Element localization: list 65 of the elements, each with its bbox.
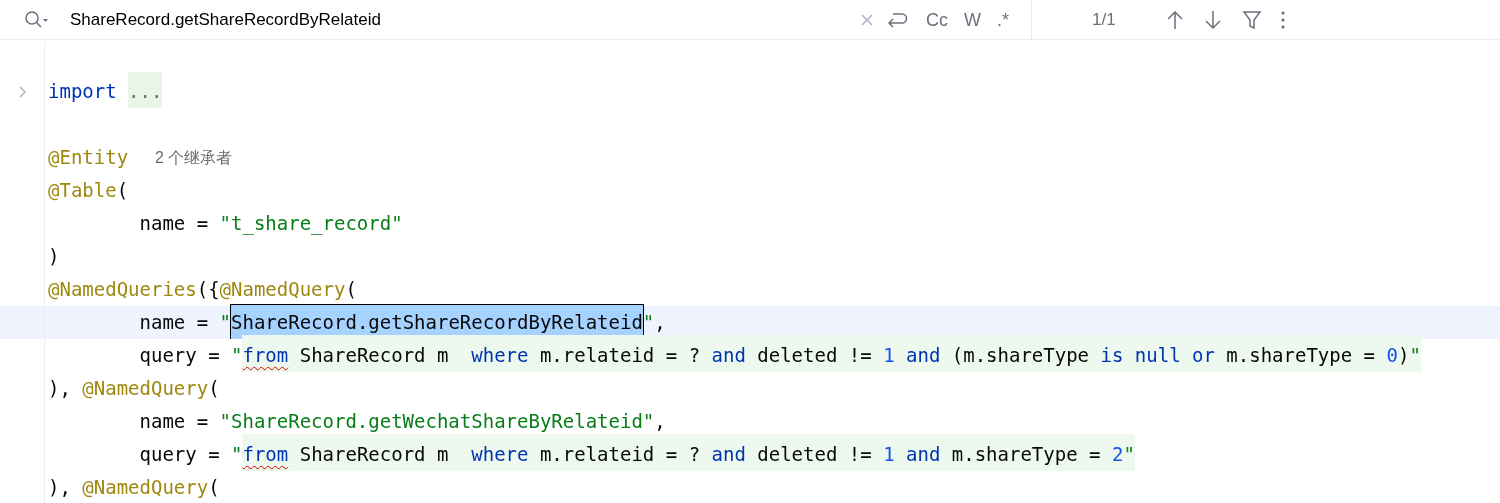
code-text: deleted !=: [756, 443, 873, 466]
code-text: m.relateid = ?: [538, 344, 702, 367]
code-text: (: [208, 475, 220, 501]
code-text: (m.shareType: [950, 344, 1091, 367]
code-keyword: and: [711, 443, 746, 466]
code-text: (: [208, 376, 220, 402]
code-text: ): [48, 244, 60, 270]
code-text: (: [116, 178, 129, 204]
code-text: m.relateid = ?: [538, 443, 702, 466]
code-annotation: @NamedQuery: [219, 277, 346, 303]
code-keyword: is null or: [1100, 344, 1215, 367]
code-keyword: and: [906, 443, 941, 466]
code-keyword: and: [711, 344, 746, 367]
search-option-toggle[interactable]: Cc: [922, 6, 952, 33]
search-option-toggle[interactable]: W: [960, 6, 985, 33]
code-string: ": [1409, 344, 1421, 367]
code-keyword: import: [48, 79, 118, 105]
match-count: 1/1: [1092, 8, 1116, 31]
code-annotation: @Entity: [48, 145, 130, 171]
folded-code[interactable]: ...: [128, 72, 163, 111]
code-text: ShareRecord m: [298, 443, 450, 466]
code-text: (: [345, 277, 357, 303]
inlay-hint[interactable]: 2 个继承者: [150, 145, 237, 170]
code-string: "ShareRecord.getWechatShareByRelateid": [219, 409, 655, 435]
code-annotation: @NamedQuery: [82, 475, 209, 501]
code-keyword: and: [906, 344, 941, 367]
code-text: name =: [138, 310, 210, 336]
code-text: ),: [48, 376, 72, 402]
code-number: 0: [1386, 344, 1398, 367]
arrow-up-icon[interactable]: [1165, 8, 1184, 31]
search-option-toggle[interactable]: .*: [993, 6, 1013, 33]
code-text: m.shareType =: [1225, 344, 1377, 367]
code-text: ,: [654, 409, 666, 435]
code-text: ),: [48, 475, 72, 501]
search-field[interactable]: ShareRecord.getShareRecordByRelateid: [70, 6, 860, 33]
code-number: 1: [883, 344, 896, 367]
code-text: name =: [138, 211, 210, 237]
code-keyword: where: [471, 443, 529, 466]
code-text: query =: [138, 442, 221, 468]
code-keyword: from: [242, 344, 289, 367]
code-keyword: from: [242, 443, 289, 466]
code-text: ShareRecord m: [298, 344, 450, 367]
code-annotation: @NamedQuery: [82, 376, 209, 402]
code-text: query =: [138, 343, 221, 369]
code-text: deleted !=: [756, 344, 873, 367]
search-icon[interactable]: [24, 9, 50, 30]
filter-icon[interactable]: [1241, 8, 1262, 31]
arrow-down-icon[interactable]: [1203, 8, 1222, 31]
code-text: ({: [196, 277, 220, 303]
code-text: ,: [654, 310, 666, 336]
code-string: "t_share_record": [219, 211, 403, 237]
code-number: 1: [883, 443, 896, 466]
code-keyword: where: [471, 344, 529, 367]
code-text: name =: [138, 409, 210, 435]
code-string: ": [231, 442, 243, 468]
code-annotation: @NamedQueries: [48, 277, 197, 303]
code-text: m.shareType =: [950, 443, 1102, 466]
code-string: ": [1123, 443, 1135, 466]
code-string: ": [642, 310, 655, 336]
code-text: ): [1397, 344, 1410, 367]
more-icon[interactable]: [1279, 9, 1286, 30]
code-string: ": [231, 343, 243, 369]
code-annotation: @Table: [48, 178, 117, 204]
code-number: 2: [1111, 443, 1124, 466]
code-string: ": [219, 310, 232, 336]
